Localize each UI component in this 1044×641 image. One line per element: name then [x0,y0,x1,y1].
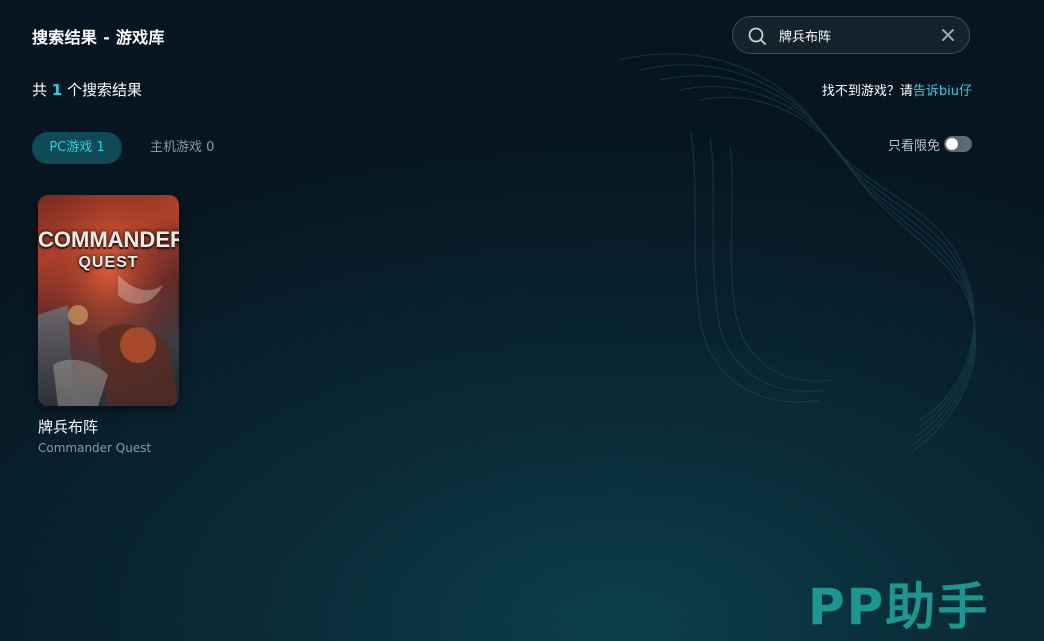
cover-logo-line2: QUEST [78,254,139,271]
free-only-toggle[interactable] [944,136,972,152]
result-count-number: 1 [51,81,63,99]
result-count-suffix: 个搜索结果 [67,81,143,99]
game-cover-image[interactable]: COMMANDER QUEST [38,195,179,406]
search-input[interactable] [779,25,929,45]
watermark-logo: PP助手 [808,578,990,636]
tab-pc-games[interactable]: PC游戏 1 [32,132,122,164]
tab-console-games[interactable]: 主机游戏 0 [150,132,214,164]
feedback-text: 找不到游戏？请 [821,84,913,99]
game-subtitle: Commander Quest [38,441,152,455]
toggle-knob [946,138,958,150]
free-only-filter: 只看限免 [888,134,972,154]
game-title[interactable]: 牌兵布阵 [38,416,179,437]
search-box[interactable] [732,16,970,54]
game-card[interactable]: COMMANDER QUEST 牌兵布阵 Commander Quest [38,195,179,455]
free-only-label: 只看限免 [887,138,940,154]
feedback-prompt: 找不到游戏？请告诉biu仔 [822,80,972,99]
close-icon[interactable] [941,28,955,42]
cover-logo: COMMANDER QUEST [38,229,179,271]
feedback-link[interactable]: 告诉biu仔 [913,84,972,99]
result-count-prefix: 共 [32,81,48,99]
search-icon[interactable] [747,26,767,46]
cover-logo-line1: COMMANDER [38,227,179,252]
page-title: 搜索结果 - 游戏库 [32,28,165,47]
result-count: 共 1 个搜索结果 [32,79,142,100]
